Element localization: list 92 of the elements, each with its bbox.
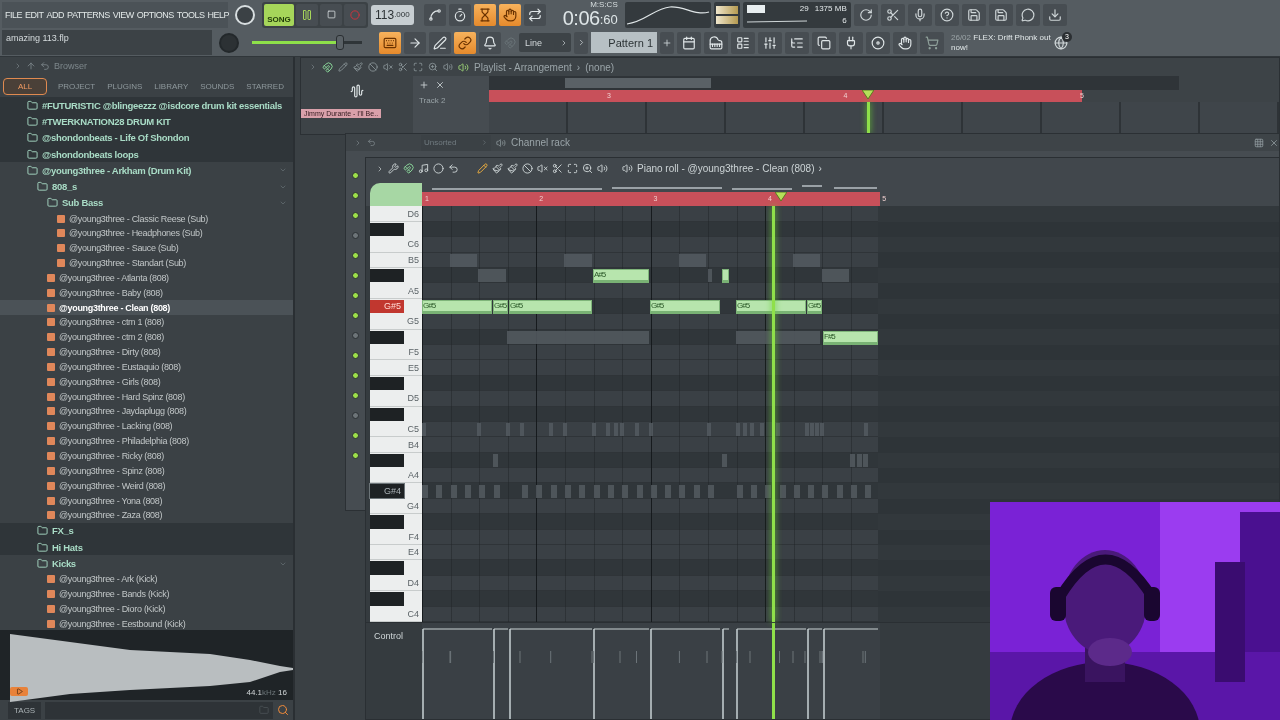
polyphony-count: 6 (841, 16, 847, 26)
browser-tab[interactable]: ALL (3, 77, 47, 95)
sample-item[interactable]: @young3three - Eestbound (Kick) (0, 616, 293, 630)
key-label: C4 (407, 608, 419, 619)
key-label: A4 (408, 470, 419, 481)
playlist-target: (none) (585, 61, 615, 73)
channel-rack-title: Channel rack (511, 137, 570, 148)
sample-item[interactable]: @young3three - Dirty (808) (0, 344, 293, 360)
menu-item[interactable]: VIEW (112, 9, 134, 20)
key-label: F4 (408, 531, 419, 542)
key-label: C5 (407, 424, 419, 435)
title-arrow: › (818, 163, 822, 175)
voice-count: 29 (798, 4, 809, 14)
playlist-title: Playlist - Arrangement (474, 61, 572, 73)
sample-item[interactable]: @young3three - ctm 2 (808) (0, 329, 293, 345)
sharp-key[interactable]: G#4 (370, 484, 404, 498)
song-time: 0:06 (562, 6, 600, 29)
tempo-field[interactable]: 113.000 (371, 4, 414, 25)
sharp-key[interactable]: G#5 (370, 299, 404, 314)
time-centiseconds: :60 (599, 10, 618, 29)
browser-tab[interactable]: PLUGINS (106, 77, 144, 95)
sample-item[interactable]: @young3three - Zaza (808) (0, 507, 293, 523)
sample-item[interactable]: @young3three - Baby (808) (0, 285, 293, 301)
key-label: D5 (407, 393, 419, 404)
key-label: D4 (407, 578, 419, 588)
folder-item[interactable]: Sub Bass (0, 194, 293, 212)
sample-item[interactable]: @young3three - Clean (808) (0, 300, 293, 315)
folder-item[interactable]: 808_s (0, 178, 293, 195)
memory-usage: 1375 MB (814, 4, 847, 14)
key-label: E4 (408, 547, 419, 558)
snap-select[interactable]: Line (519, 33, 571, 53)
menu-item[interactable]: HELP (207, 9, 230, 20)
key-label: D6 (407, 208, 419, 219)
sample-item[interactable]: @young3three - Bands (Kick) (0, 586, 293, 602)
note-grid[interactable]: G#5 G#5 G#5 A#5 G#5 G#5 G#5 F#5 (422, 206, 878, 622)
key-label: G#5 (384, 301, 401, 312)
track-name: Track 2 (419, 96, 447, 105)
sample-item[interactable]: @young3three - Headphones (Sub) (0, 225, 293, 241)
folder-item[interactable]: Kicks (0, 555, 293, 572)
folder-item[interactable]: #FUTURISTIC @blingeezzz @isdcore drum kit essentials (0, 97, 293, 114)
song-mode-button[interactable]: SONG (264, 3, 294, 26)
menu-item[interactable]: PATTERNS (67, 9, 110, 20)
browser-tab[interactable]: PROJECT (56, 77, 97, 95)
sample-item[interactable]: @young3three - Eustaquio (808) (0, 359, 293, 375)
sample-item[interactable]: @young3three - ctm 1 (808) (0, 315, 293, 330)
folder-item[interactable]: FX_s (0, 522, 293, 540)
key-label: F5 (408, 347, 419, 358)
menu-item[interactable]: EDIT (25, 9, 44, 20)
folder-item[interactable]: #TWERKNATION28 DRUM KIT (0, 113, 293, 130)
sample-item[interactable]: @young3three - Sauce (Sub) (0, 240, 293, 256)
control-label: Control (373, 630, 404, 643)
menu-item[interactable]: ADD (46, 9, 65, 20)
sample-item[interactable]: @young3three - Ricky (808) (0, 448, 293, 464)
menu-item[interactable]: OPTIONS (136, 9, 174, 20)
key-label: C6 (407, 239, 419, 250)
key-label: G5 (407, 316, 419, 327)
news-text[interactable]: 26/02 FLEX: Drift Phonk out now! (951, 32, 1051, 53)
browser-tab[interactable]: LIBRARY (153, 77, 190, 95)
sample-item[interactable]: @young3three - Dioro (Kick) (0, 601, 293, 617)
sample-item[interactable]: @young3three - Spinz (808) (0, 463, 293, 479)
sample-item[interactable]: @young3three - Atlanta (808) (0, 270, 293, 286)
note[interactable]: A#5 (593, 269, 649, 284)
sample-item[interactable]: @young3three - Hard Spinz (808) (0, 389, 293, 405)
sample-item[interactable]: @young3three - Jaydaplugg (808) (0, 404, 293, 419)
project-name: amazing 113.flp (2, 30, 212, 56)
browser-tab[interactable]: SOUNDS (199, 77, 236, 95)
folder-item[interactable]: Hi Hats (0, 539, 293, 556)
sample-item[interactable]: @young3three - Weird (808) (0, 478, 293, 494)
sample-item[interactable]: @young3three - Classic Reese (Sub) (0, 211, 293, 226)
sample-item[interactable]: @young3three - Lacking (808) (0, 418, 293, 434)
time-unit: M:S:CS (590, 0, 618, 9)
browser-tab[interactable]: STARRED (245, 77, 285, 95)
tags-button[interactable]: TAGS (8, 701, 42, 719)
key-label: E5 (408, 362, 419, 373)
pattern-select[interactable]: Pattern 1 (591, 32, 657, 54)
sample-item[interactable]: @young3three - Girls (808) (0, 374, 293, 390)
menu-item[interactable]: TOOLS (176, 9, 205, 20)
folder-item[interactable]: @young3three - Arkham (Drum Kit) (0, 162, 293, 179)
sample-item[interactable]: @young3three - Philadelphia (808) (0, 433, 293, 449)
sample-item[interactable]: @young3three - Standart (Sub) (0, 255, 293, 271)
menu-item[interactable]: FILE (5, 9, 22, 20)
sample-item[interactable]: @young3three - Ark (Kick) (0, 571, 293, 587)
piano-roll-title: Piano roll - @young3three - Clean (808) (637, 163, 815, 175)
key-label: B5 (408, 254, 419, 265)
sample-item[interactable]: @young3three - Yona (808) (0, 493, 293, 508)
key-label: G4 (407, 501, 419, 512)
sample-info: 44.1kHz 16 (246, 688, 287, 697)
browser-title: Browser (54, 61, 87, 71)
key-label: B4 (408, 439, 419, 450)
key-label: A5 (408, 285, 419, 296)
title-separator: › (576, 61, 581, 73)
key-label: G#4 (384, 486, 401, 497)
